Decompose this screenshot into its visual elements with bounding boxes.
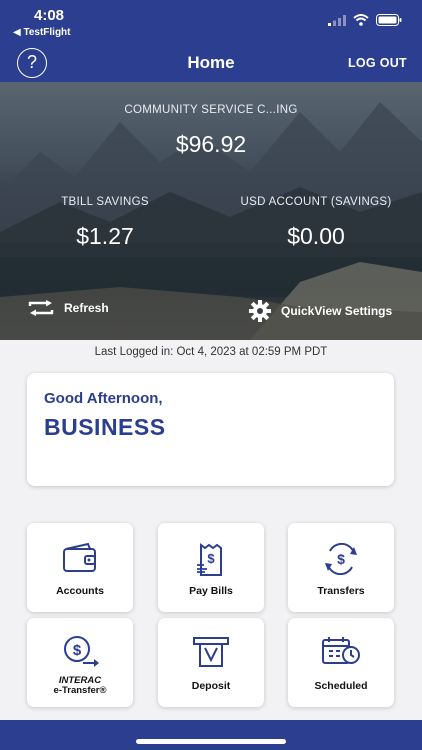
- primary-account[interactable]: COMMUNITY SERVICE C...ING $96.92: [0, 104, 422, 158]
- tbill-savings-balance: $1.27: [76, 223, 134, 249]
- usd-account[interactable]: USD ACCOUNT (SAVINGS) $0.00: [230, 196, 402, 250]
- status-icons: [328, 14, 402, 26]
- nav-bar: ? Home LOG OUT: [0, 44, 422, 82]
- status-bar: 4:08 ◀ TestFlight: [0, 0, 422, 44]
- greeting-salutation: Good Afternoon,: [44, 390, 163, 407]
- primary-account-name: COMMUNITY SERVICE C...ING: [124, 104, 298, 116]
- refresh-button[interactable]: Refresh: [28, 300, 109, 316]
- svg-text:$: $: [73, 642, 82, 659]
- wallet-icon: [63, 543, 96, 572]
- transfers-tile-label: Transfers: [317, 585, 365, 597]
- deposit-tile[interactable]: Deposit: [158, 618, 264, 707]
- gear-icon: [249, 300, 271, 322]
- back-to-app-link[interactable]: ◀ TestFlight: [13, 27, 71, 38]
- battery-icon: [376, 14, 402, 26]
- greeting-user-name: BUSINESS: [44, 414, 166, 440]
- calendar-clock-icon: [322, 637, 360, 664]
- transfers-tile[interactable]: $ Transfers: [288, 523, 394, 612]
- interac-etransfer-tile[interactable]: $ INTERAC e-Transfer®: [27, 618, 133, 707]
- status-time: 4:08: [34, 7, 65, 24]
- usd-account-balance: $0.00: [287, 223, 345, 249]
- tbill-savings-account[interactable]: TBILL SAVINGS $1.27: [30, 196, 180, 250]
- refresh-label: Refresh: [64, 301, 109, 315]
- scheduled-tile[interactable]: Scheduled: [288, 618, 394, 707]
- home-indicator[interactable]: [136, 739, 286, 744]
- pay-bills-tile[interactable]: $ Pay Bills: [158, 523, 264, 612]
- help-icon[interactable]: ?: [17, 48, 47, 78]
- receipt-dollar-icon: $: [197, 543, 222, 576]
- quickview-label: QuickView Settings: [281, 304, 393, 318]
- accounts-tile-label: Accounts: [56, 585, 104, 597]
- accounts-tile[interactable]: Accounts: [27, 523, 133, 612]
- bottom-bar: [0, 720, 422, 750]
- interac-tile-label: INTERAC e-Transfer®: [27, 676, 133, 696]
- etransfer-text: e-Transfer®: [53, 685, 107, 696]
- greeting-card: Good Afternoon, BUSINESS: [27, 373, 394, 486]
- svg-text:$: $: [207, 551, 215, 566]
- scheduled-tile-label: Scheduled: [314, 680, 368, 692]
- svg-text:$: $: [337, 551, 345, 567]
- atm-deposit-icon: [193, 637, 229, 667]
- dollar-send-icon: $: [64, 636, 99, 667]
- refresh-icon: [28, 300, 54, 316]
- deposit-tile-label: Deposit: [191, 680, 231, 692]
- usd-account-name: USD ACCOUNT (SAVINGS): [240, 196, 392, 208]
- exchange-dollar-icon: $: [325, 543, 357, 575]
- pay-bills-tile-label: Pay Bills: [189, 585, 233, 597]
- tbill-savings-name: TBILL SAVINGS: [61, 196, 149, 208]
- last-logged-text: Last Logged in: Oct 4, 2023 at 02:59 PM …: [94, 346, 328, 358]
- primary-account-balance: $96.92: [175, 131, 247, 157]
- wifi-icon: [353, 14, 369, 26]
- signal-icon: [328, 14, 346, 26]
- quickview-settings-button[interactable]: QuickView Settings: [249, 300, 392, 322]
- logout-button[interactable]: LOG OUT: [348, 56, 407, 70]
- account-summary-panel: COMMUNITY SERVICE C...ING $96.92 TBILL S…: [0, 82, 422, 340]
